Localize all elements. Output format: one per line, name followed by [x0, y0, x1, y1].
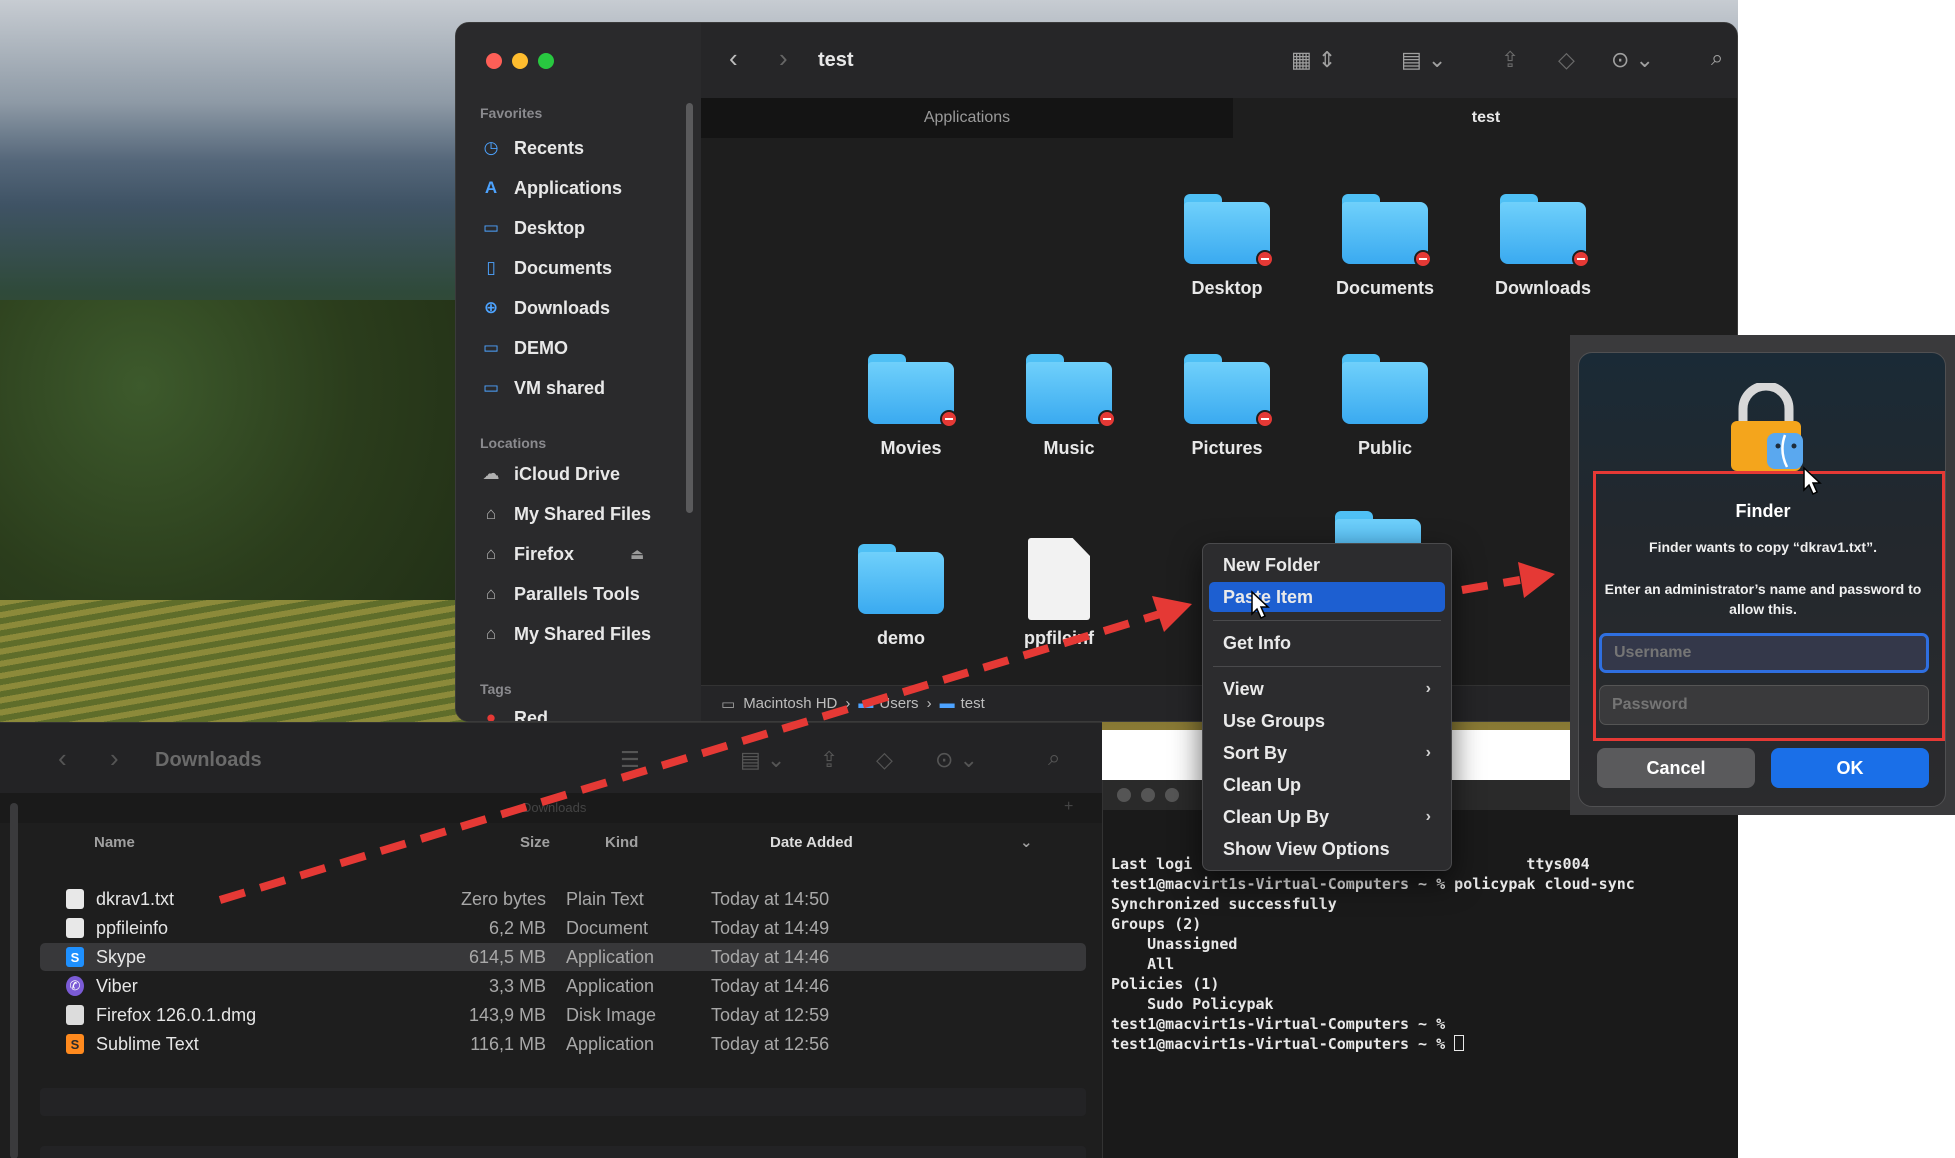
mouse-pointer-icon	[1251, 590, 1270, 620]
annotation-arrow-line	[218, 610, 1162, 904]
annotation-arrow-head	[1152, 596, 1192, 632]
annotation-arrow-head	[1518, 562, 1555, 598]
annotation-arrow-line	[1461, 576, 1521, 594]
annotation-layer	[218, 466, 1822, 904]
mouse-pointer-icon	[1803, 466, 1822, 496]
